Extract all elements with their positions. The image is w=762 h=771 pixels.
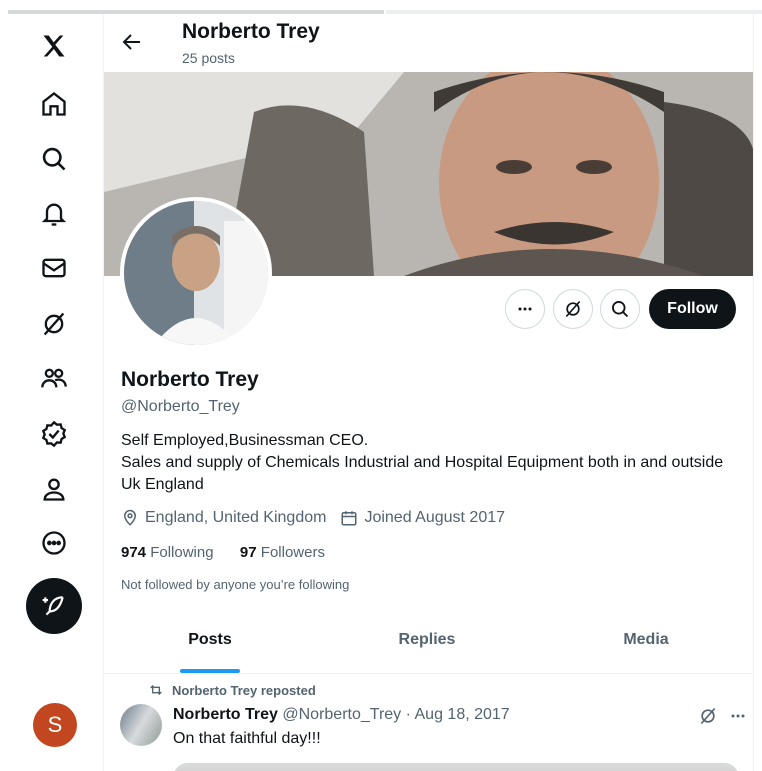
profile-avatar[interactable] — [120, 197, 272, 349]
profile-bio: Self Employed,Businessman CEO. Sales and… — [121, 430, 731, 496]
messages-icon[interactable] — [30, 244, 78, 292]
search-profile-button[interactable] — [600, 289, 640, 329]
grok-profile-button[interactable] — [553, 289, 593, 329]
repost-indicator: Norberto Trey reposted — [148, 682, 316, 698]
tab-posts[interactable]: Posts — [104, 606, 316, 674]
profile-icon[interactable] — [30, 465, 78, 513]
compose-post-button[interactable] — [26, 578, 82, 634]
not-followed-notice: Not followed by anyone you’re following — [121, 577, 350, 592]
search-icon — [612, 301, 629, 318]
more-icon[interactable] — [30, 519, 78, 567]
back-arrow-icon[interactable] — [120, 30, 144, 54]
followers-link[interactable]: 97 Followers — [240, 544, 325, 561]
profile-meta: England, United Kingdom Joined August 20… — [121, 509, 505, 527]
profile-location: England, United Kingdom — [145, 509, 327, 526]
search-icon[interactable] — [30, 135, 78, 183]
profile-tabs: Posts Replies Media — [104, 606, 753, 674]
grok-icon[interactable] — [30, 300, 78, 348]
compose-icon — [42, 596, 64, 616]
post-media-image[interactable] — [173, 763, 739, 771]
home-icon[interactable] — [30, 80, 78, 128]
header-profile-name: Norberto Trey — [182, 20, 320, 43]
location-icon — [123, 509, 137, 526]
post-actions — [688, 706, 748, 726]
post-author-avatar[interactable] — [120, 704, 162, 746]
more-dots-icon — [518, 307, 532, 311]
grok-icon[interactable] — [698, 706, 718, 726]
bio-line: Sales and supply of Chemicals Industrial… — [121, 454, 724, 493]
active-tab-indicator — [180, 669, 240, 673]
profile-joined-date: Joined August 2017 — [364, 509, 506, 526]
communities-icon[interactable] — [30, 354, 78, 402]
calendar-icon — [341, 511, 357, 526]
post-handle-date[interactable]: @Norberto_Trey · Aug 18, 2017 — [282, 706, 509, 723]
post-header: Norberto Trey @Norberto_Trey · Aug 18, 2… — [173, 706, 510, 724]
more-options-button[interactable] — [505, 289, 545, 329]
profile-main-column: Norberto Trey 25 posts Follow Norberto T… — [104, 14, 754, 771]
following-link[interactable]: 974 Following — [121, 544, 214, 561]
profile-header: Norberto Trey 25 posts — [104, 14, 753, 72]
profile-name: Norberto Trey — [121, 368, 259, 391]
user-avatar[interactable]: S — [33, 703, 77, 747]
tab-replies[interactable]: Replies — [320, 606, 534, 674]
bio-line: Self Employed,Businessman CEO. — [121, 432, 369, 449]
header-posts-count: 25 posts — [182, 50, 235, 66]
grok-icon — [565, 300, 581, 318]
profile-handle: @Norberto_Trey — [121, 398, 240, 415]
follow-button[interactable]: Follow — [649, 289, 736, 329]
verified-icon[interactable] — [30, 410, 78, 458]
tab-media[interactable]: Media — [538, 606, 753, 674]
more-dots-icon[interactable] — [728, 706, 748, 726]
follow-counts: 974 Following 97 Followers — [121, 544, 325, 561]
left-navigation: S — [0, 14, 104, 771]
notifications-icon[interactable] — [30, 190, 78, 238]
repost-icon — [150, 685, 162, 695]
x-logo-icon[interactable] — [30, 22, 78, 70]
post-text: On that faithful day!!! — [173, 730, 321, 747]
post-author-name[interactable]: Norberto Trey — [173, 706, 278, 723]
